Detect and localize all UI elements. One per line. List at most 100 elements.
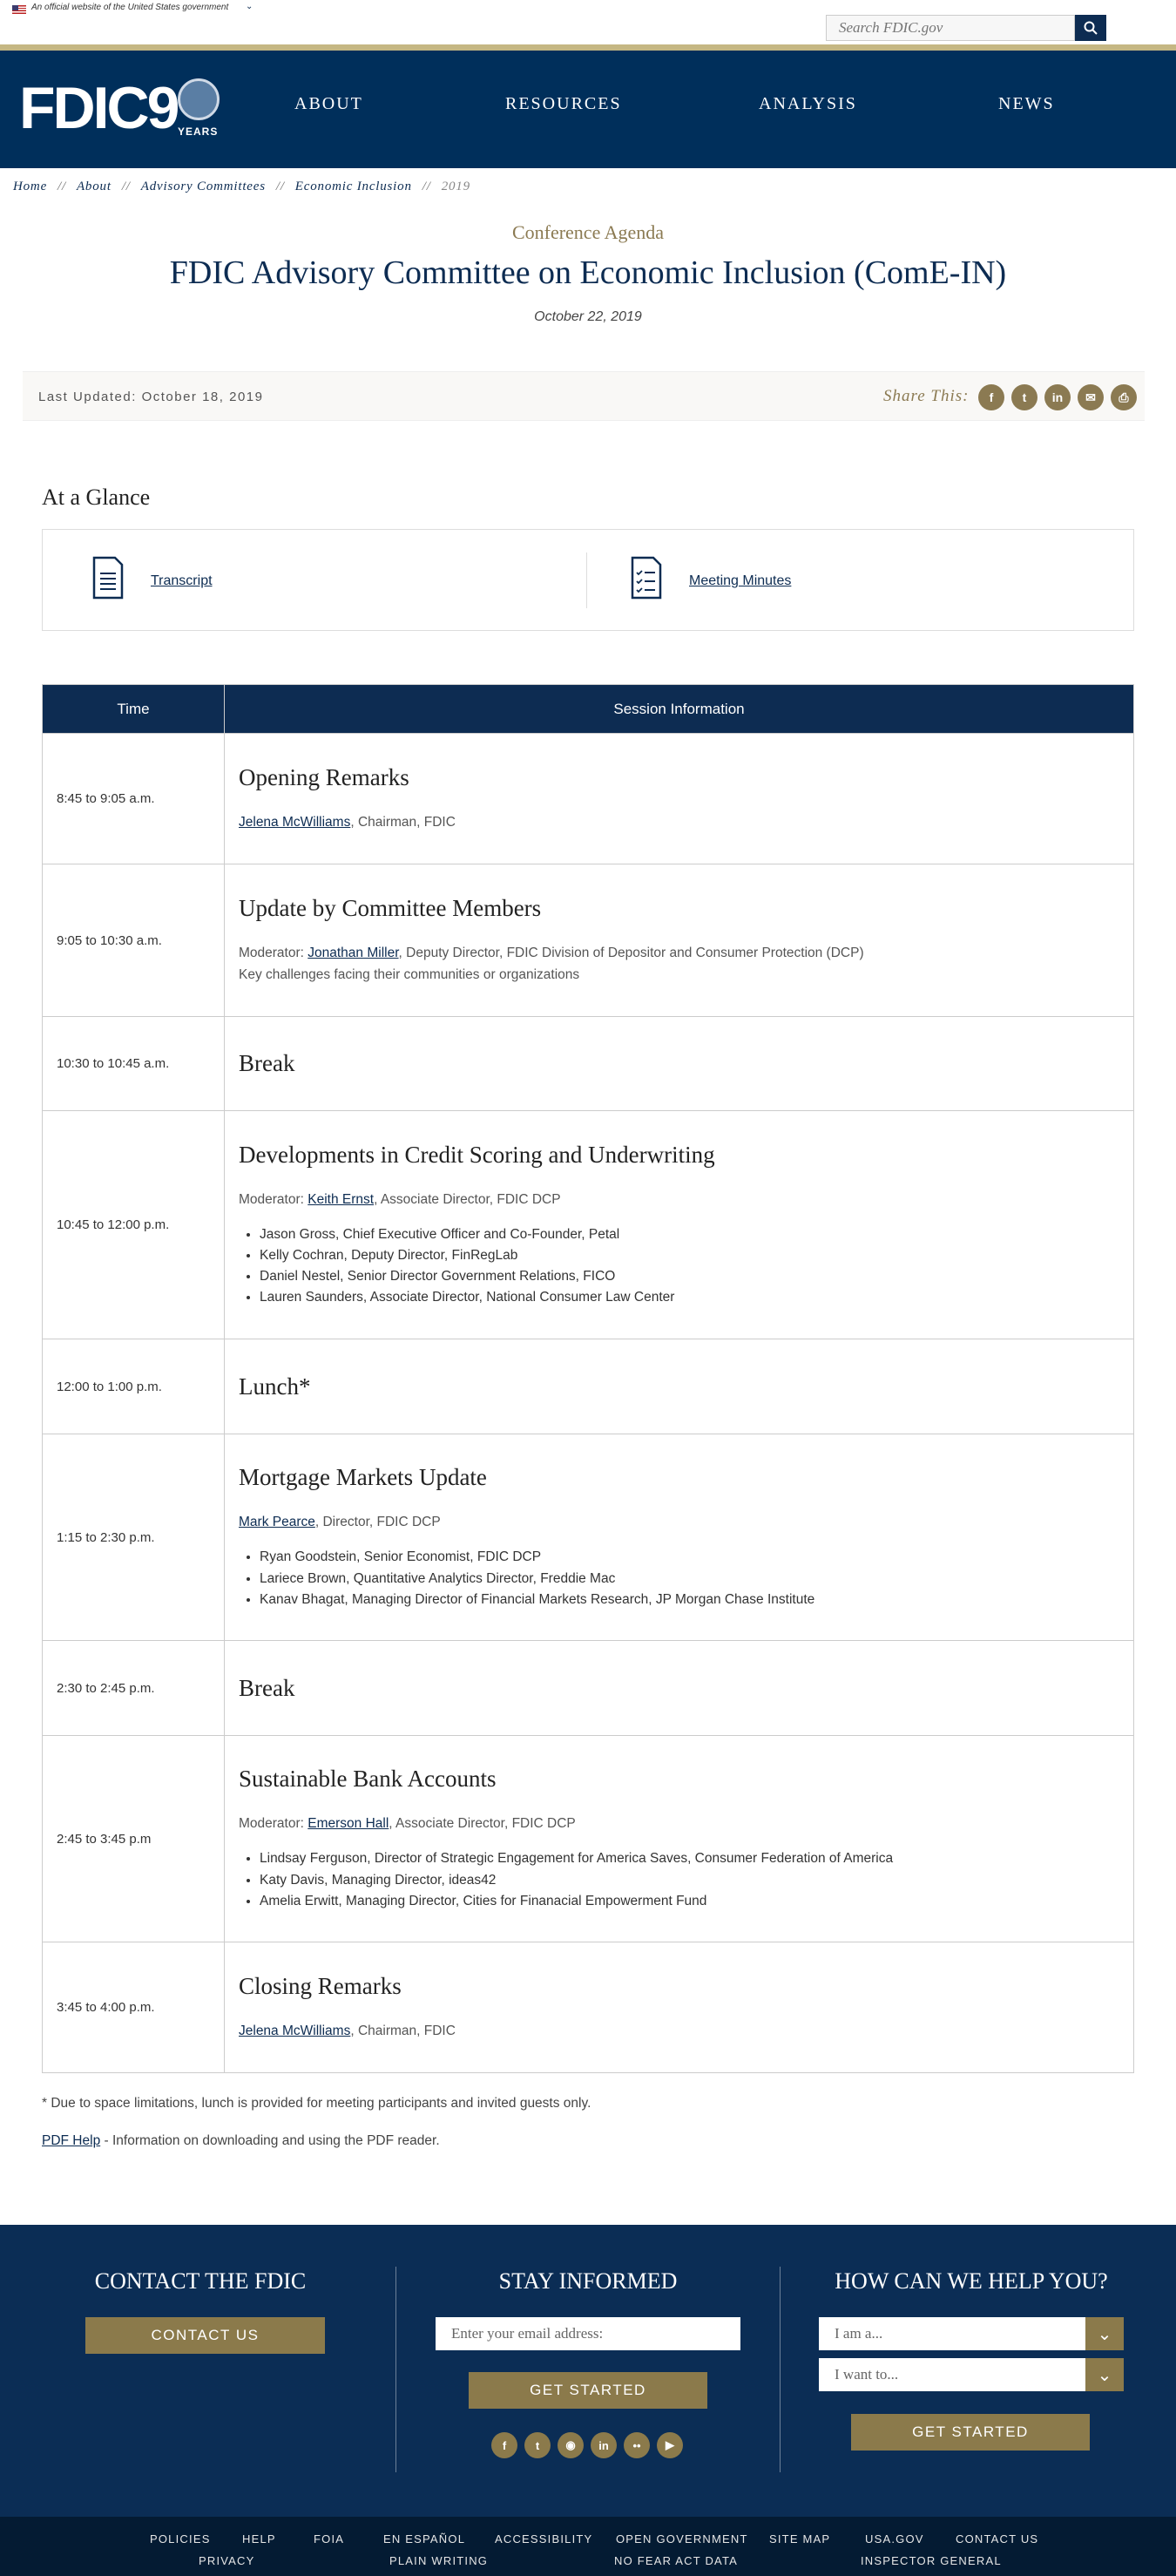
speaker-link[interactable]: Mark Pearce — [239, 1515, 315, 1529]
table-row: 2:45 to 3:45 p.m Sustainable Bank Account… — [42, 1735, 1134, 1942]
twitter-icon[interactable]: t — [1011, 384, 1037, 410]
social-icons: f t ◉ in •• ▶ — [491, 2432, 683, 2458]
footer-link-policies[interactable]: POLICIES — [150, 2532, 211, 2545]
session-line-prefix: Key challenges facing their communities … — [239, 966, 580, 982]
glance-box: Transcript Meeting Minutes — [42, 529, 1134, 631]
table-row: 2:30 to 2:45 p.m. Break — [42, 1640, 1134, 1736]
list-item: Ryan Goodstein, Senior Economist, FDIC D… — [260, 1547, 1119, 1568]
breadcrumb-economic-inclusion[interactable]: Economic Inclusion — [295, 180, 412, 193]
session-title: Closing Remarks — [239, 1972, 402, 1999]
official-site-text[interactable]: An official website of the United States… — [31, 3, 228, 12]
session-line-suffix: , Associate Director, FDIC DCP — [389, 1816, 576, 1832]
session-line-suffix: , Chairman, FDIC — [350, 814, 456, 830]
session-line-prefix: Moderator: — [239, 1191, 308, 1207]
nav-about[interactable]: ABOUT — [294, 94, 363, 114]
help-get-started-button[interactable]: GET STARTED — [851, 2414, 1090, 2451]
session-time: 3:45 to 4:00 p.m. — [42, 1942, 225, 2073]
linkedin-icon[interactable]: in — [591, 2432, 617, 2458]
help-heading: HOW CAN WE HELP YOU? — [835, 2268, 1108, 2294]
flickr-icon[interactable]: •• — [624, 2432, 650, 2458]
agenda-table: Time Session Information 8:45 to 9:05 a.… — [42, 684, 1134, 2073]
footer-link-privacy[interactable]: PRIVACY — [199, 2554, 255, 2567]
stay-informed-get-started-button[interactable]: GET STARTED — [469, 2372, 707, 2409]
session-line-suffix: , Associate Director, FDIC DCP — [374, 1191, 561, 1207]
nav-resources[interactable]: RESOURCES — [505, 94, 622, 114]
contact-us-button[interactable]: CONTACT US — [85, 2317, 325, 2354]
pdf-help-text: - Information on downloading and using t… — [100, 2133, 440, 2148]
speaker-link[interactable]: Jelena McWilliams — [239, 815, 350, 830]
footer-link-help[interactable]: HELP — [242, 2532, 276, 2545]
facebook-icon[interactable]: f — [978, 384, 1004, 410]
footer-link-site-map[interactable]: SITE MAP — [769, 2532, 830, 2545]
speaker-link[interactable]: Emerson Hall — [308, 1816, 389, 1831]
session-time: 2:45 to 3:45 p.m — [42, 1735, 225, 1942]
footer-link-inspector-general[interactable]: INSPECTOR GENERAL — [861, 2554, 1002, 2567]
i-want-to-select[interactable]: I want to... — [819, 2358, 1085, 2391]
column-header-time: Time — [42, 684, 225, 734]
list-item: Jason Gross, Chief Executive Officer and… — [260, 1224, 1119, 1245]
session-title: Update by Committee Members — [239, 895, 542, 922]
facebook-icon[interactable]: f — [491, 2432, 517, 2458]
pdf-help: PDF Help - Information on downloading an… — [42, 2133, 440, 2149]
gov-banner: An official website of the United States… — [0, 0, 1176, 51]
i-am-select[interactable]: I am a... — [819, 2317, 1085, 2350]
transcript-link[interactable]: Transcript — [151, 573, 213, 589]
email-icon[interactable]: ✉ — [1078, 384, 1104, 410]
search-button[interactable] — [1075, 15, 1106, 41]
search-input[interactable] — [827, 16, 1074, 40]
session-info: Sustainable Bank Accounts Moderator: Emer… — [224, 1735, 1134, 1942]
print-icon[interactable]: ⎙ — [1111, 384, 1137, 410]
youtube-icon[interactable]: ▶ — [657, 2432, 683, 2458]
instagram-icon[interactable]: ◉ — [558, 2432, 584, 2458]
footer-link-accessibility[interactable]: ACCESSIBILITY — [495, 2532, 592, 2545]
seal-icon — [178, 78, 220, 120]
session-title: Mortgage Markets Update — [239, 1464, 487, 1491]
footer-link-espanol[interactable]: EN ESPAÑOL — [383, 2532, 465, 2545]
session-time: 8:45 to 9:05 a.m. — [42, 733, 225, 864]
session-line-prefix: Moderator: — [239, 946, 308, 961]
session-line: Moderator: Keith Ernst, Associate Direct… — [239, 1190, 1119, 1210]
divider — [780, 2267, 781, 2472]
breadcrumb-about[interactable]: About — [77, 180, 112, 193]
session-info: Break — [224, 1016, 1134, 1111]
chevron-down-icon[interactable]: ⌄ — [1085, 2317, 1124, 2350]
session-line: Jelena McWilliams, Chairman, FDIC — [239, 2021, 1119, 2042]
breadcrumb-home[interactable]: Home — [13, 180, 47, 193]
pdf-help-link[interactable]: PDF Help — [42, 2133, 100, 2148]
divider — [586, 552, 587, 608]
email-field[interactable]: Enter your email address: — [436, 2317, 740, 2350]
twitter-icon[interactable]: t — [524, 2432, 551, 2458]
breadcrumb-separator: // — [422, 180, 431, 193]
nav-news[interactable]: NEWS — [998, 94, 1055, 114]
logo-text: FDIC9 — [19, 75, 179, 141]
logo-years: YEARS — [178, 125, 219, 138]
session-line: Mark Pearce, Director, FDIC DCP — [239, 1512, 1119, 1533]
checklist-icon — [631, 556, 662, 600]
chevron-down-icon[interactable]: ⌄ — [246, 2, 253, 11]
speaker-link[interactable]: Jelena McWilliams — [239, 2024, 350, 2038]
footer-link-foia[interactable]: FOIA — [314, 2532, 344, 2545]
session-title: Developments in Credit Scoring and Under… — [239, 1141, 715, 1168]
search-field[interactable] — [826, 15, 1075, 41]
us-flag-icon — [12, 5, 26, 14]
footer-link-no-fear-act[interactable]: NO FEAR ACT DATA — [614, 2554, 738, 2567]
session-info: Break — [224, 1640, 1134, 1736]
footer-link-open-government[interactable]: OPEN GOVERNMENT — [616, 2532, 748, 2545]
session-line: Key challenges facing their communities … — [239, 965, 1119, 986]
session-title: Opening Remarks — [239, 763, 409, 790]
session-info: Mortgage Markets Update Mark Pearce, Dire… — [224, 1434, 1134, 1641]
breadcrumb-separator: // — [121, 180, 131, 193]
panelist-list: Ryan Goodstein, Senior Economist, FDIC D… — [260, 1547, 1119, 1610]
last-updated-bar: Last Updated: October 18, 2019 Share Thi… — [23, 371, 1145, 421]
breadcrumb-advisory-committees[interactable]: Advisory Committees — [141, 180, 266, 193]
footer-link-contact-us[interactable]: CONTACT US — [956, 2532, 1038, 2545]
meeting-minutes-link[interactable]: Meeting Minutes — [689, 573, 791, 589]
speaker-link[interactable]: Keith Ernst — [308, 1192, 374, 1207]
fdic-logo[interactable]: FDIC9 YEARS — [19, 73, 228, 143]
linkedin-icon[interactable]: in — [1044, 384, 1071, 410]
footer-link-plain-writing[interactable]: PLAIN WRITING — [389, 2554, 488, 2567]
chevron-down-icon[interactable]: ⌄ — [1085, 2358, 1124, 2391]
nav-analysis[interactable]: ANALYSIS — [759, 94, 857, 114]
footer-link-usa-gov[interactable]: USA.GOV — [865, 2532, 924, 2545]
speaker-link[interactable]: Jonathan Miller — [308, 946, 398, 960]
